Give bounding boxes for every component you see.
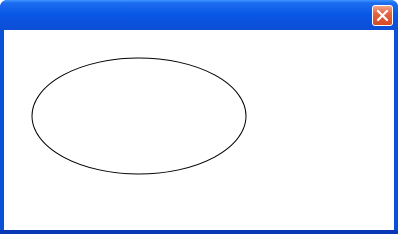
close-button[interactable] [372, 5, 393, 26]
window-frame-bottom [0, 230, 398, 234]
close-icon [376, 9, 389, 22]
canvas-svg [31, 57, 247, 175]
ellipse-shape [31, 57, 247, 175]
app-window [0, 0, 398, 234]
title-bar[interactable] [0, 0, 398, 30]
drawing-canvas[interactable] [4, 30, 394, 230]
window-frame-right [394, 30, 398, 234]
